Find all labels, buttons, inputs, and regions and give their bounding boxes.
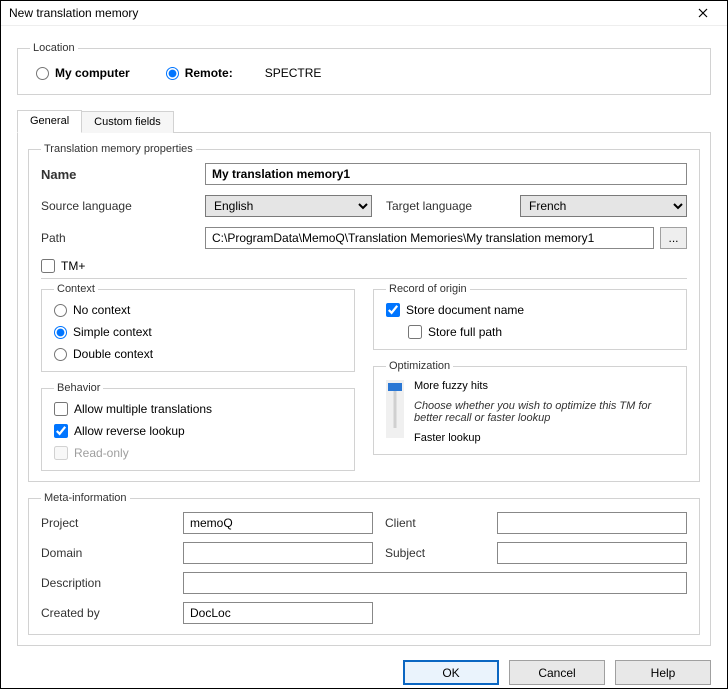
project-input[interactable]: [183, 512, 373, 534]
allow-reverse-label: Allow reverse lookup: [74, 424, 185, 438]
name-input[interactable]: [205, 163, 687, 185]
browse-button[interactable]: ...: [660, 227, 687, 249]
target-lang-label: Target language: [386, 199, 506, 213]
tm-properties-legend: Translation memory properties: [41, 143, 196, 155]
source-lang-select[interactable]: English: [205, 195, 372, 217]
tabs: General Custom fields Translation memory…: [17, 103, 711, 646]
context-double[interactable]: Double context: [54, 347, 342, 361]
meta-legend: Meta-information: [41, 492, 130, 504]
context-no[interactable]: No context: [54, 303, 342, 317]
domain-input[interactable]: [183, 542, 373, 564]
more-fuzzy-label: More fuzzy hits: [414, 380, 674, 392]
optimization-group: Optimization More fuzzy hits Choose whet…: [373, 360, 687, 455]
location-my-computer[interactable]: My computer: [36, 66, 130, 80]
slider-thumb[interactable]: [388, 383, 402, 391]
allow-multiple-label: Allow multiple translations: [74, 402, 212, 416]
dialog-buttons: OK Cancel Help: [17, 654, 711, 685]
description-input[interactable]: [183, 572, 687, 594]
tab-custom-fields[interactable]: Custom fields: [81, 111, 174, 133]
close-button[interactable]: [687, 1, 719, 25]
mid-columns: Context No context Simple context: [41, 283, 687, 471]
close-icon: [698, 8, 708, 18]
record-group: Record of origin Store document name Sto…: [373, 283, 687, 350]
context-double-radio[interactable]: [54, 348, 67, 361]
context-no-radio[interactable]: [54, 304, 67, 317]
location-remote-radio[interactable]: [166, 67, 179, 80]
slider-track: [394, 390, 397, 428]
location-row: My computer Remote: SPECTRE: [30, 62, 698, 84]
store-doc-name-label: Store document name: [406, 303, 524, 317]
tabs-bar: General Custom fields: [17, 109, 711, 133]
context-no-label: No context: [73, 303, 130, 317]
client-label: Client: [385, 516, 485, 530]
read-only: Read-only: [54, 446, 342, 460]
tab-panel-general: Translation memory properties Name Sourc…: [17, 133, 711, 646]
titlebar: New translation memory: [1, 1, 727, 26]
context-group: Context No context Simple context: [41, 283, 355, 372]
help-button[interactable]: Help: [615, 660, 711, 685]
store-doc-name[interactable]: Store document name: [386, 303, 674, 317]
dialog-title: New translation memory: [9, 6, 687, 20]
context-simple[interactable]: Simple context: [54, 325, 342, 339]
context-double-label: Double context: [73, 347, 153, 361]
location-my-computer-label: My computer: [55, 66, 130, 80]
context-legend: Context: [54, 283, 98, 295]
location-remote[interactable]: Remote:: [166, 66, 233, 80]
tab-general[interactable]: General: [17, 110, 82, 133]
location-remote-label: Remote:: [185, 66, 233, 80]
location-group: Location My computer Remote: SPECTRE: [17, 42, 711, 95]
subject-input[interactable]: [497, 542, 687, 564]
read-only-checkbox: [54, 446, 68, 460]
faster-lookup-label: Faster lookup: [414, 432, 674, 444]
source-lang-label: Source language: [41, 199, 191, 213]
location-legend: Location: [30, 42, 78, 54]
tm-plus-check[interactable]: TM+: [41, 259, 85, 273]
subject-label: Subject: [385, 546, 485, 560]
optimization-slider[interactable]: [386, 380, 404, 438]
location-my-computer-radio[interactable]: [36, 67, 49, 80]
meta-group: Meta-information Project Client Domain S…: [28, 492, 700, 635]
optimization-desc: Choose whether you wish to optimize this…: [414, 400, 674, 424]
domain-label: Domain: [41, 546, 171, 560]
tm-properties-group: Translation memory properties Name Sourc…: [28, 143, 700, 482]
cancel-button[interactable]: Cancel: [509, 660, 605, 685]
description-label: Description: [41, 576, 171, 590]
store-full-path[interactable]: Store full path: [408, 325, 674, 339]
store-full-path-checkbox[interactable]: [408, 325, 422, 339]
separator: [41, 278, 687, 279]
record-legend: Record of origin: [386, 283, 470, 295]
tm-plus-label: TM+: [61, 259, 85, 273]
name-label: Name: [41, 167, 191, 182]
created-by-input[interactable]: [183, 602, 373, 624]
behavior-legend: Behavior: [54, 382, 103, 394]
optimization-legend: Optimization: [386, 360, 453, 372]
props-grid: Name Source language English Target lang…: [41, 163, 687, 276]
read-only-label: Read-only: [74, 446, 129, 460]
remote-server-name: SPECTRE: [265, 66, 322, 80]
store-full-path-label: Store full path: [428, 325, 502, 339]
target-lang-select[interactable]: French: [520, 195, 687, 217]
path-label: Path: [41, 231, 191, 245]
store-doc-name-checkbox[interactable]: [386, 303, 400, 317]
created-by-label: Created by: [41, 606, 171, 620]
tm-plus-checkbox[interactable]: [41, 259, 55, 273]
dialog-window: New translation memory Location My compu…: [0, 0, 728, 689]
dialog-content: Location My computer Remote: SPECTRE Gen…: [1, 26, 727, 697]
ok-button[interactable]: OK: [403, 660, 499, 685]
context-simple-label: Simple context: [73, 325, 152, 339]
allow-reverse[interactable]: Allow reverse lookup: [54, 424, 342, 438]
allow-multiple-checkbox[interactable]: [54, 402, 68, 416]
path-input[interactable]: [205, 227, 654, 249]
allow-multiple[interactable]: Allow multiple translations: [54, 402, 342, 416]
client-input[interactable]: [497, 512, 687, 534]
behavior-group: Behavior Allow multiple translations All…: [41, 382, 355, 471]
context-simple-radio[interactable]: [54, 326, 67, 339]
project-label: Project: [41, 516, 171, 530]
allow-reverse-checkbox[interactable]: [54, 424, 68, 438]
